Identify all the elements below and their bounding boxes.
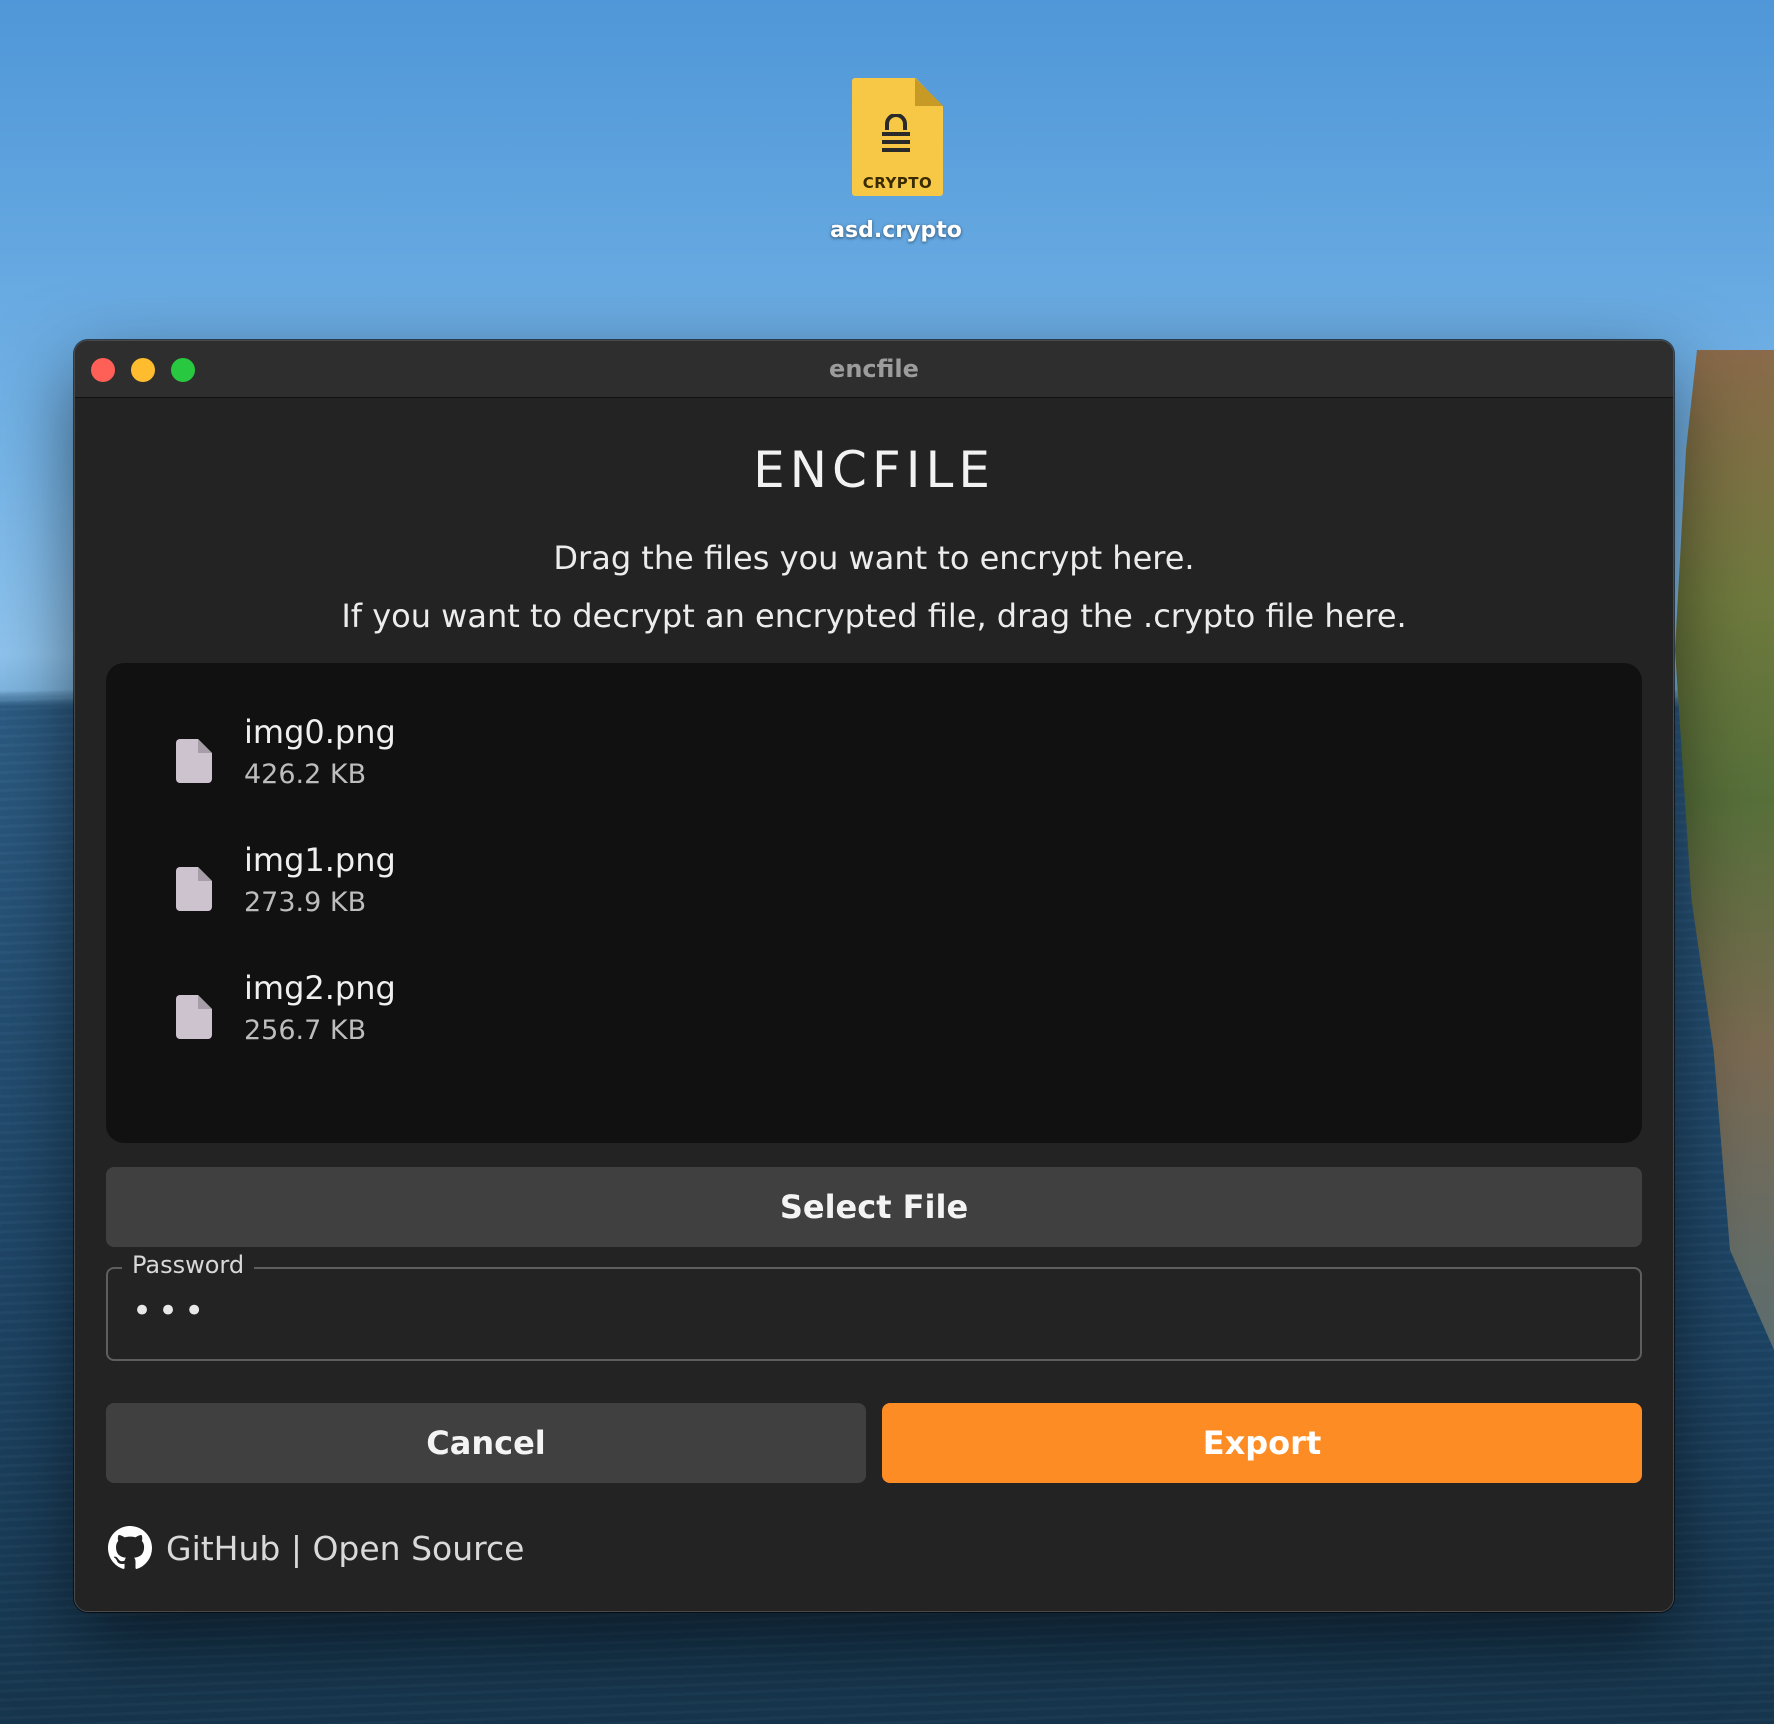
encrypt-instruction: Drag the files you want to encrypt here. — [553, 539, 1195, 577]
file-icon — [176, 995, 212, 1039]
app-heading: ENCFILE — [753, 441, 995, 499]
document-fold — [915, 78, 943, 106]
title-bar[interactable]: encfile — [75, 341, 1673, 398]
app-window: encfile ENCFILE Drag the files you want … — [74, 340, 1674, 1612]
file-list-item[interactable]: img1.png 273.9 KB — [176, 841, 776, 941]
file-list-item[interactable]: img0.png 426.2 KB — [176, 713, 776, 813]
file-list-item[interactable]: img2.png 256.7 KB — [176, 969, 776, 1069]
password-field[interactable]: Password ••• — [106, 1251, 1642, 1361]
github-icon — [108, 1526, 152, 1569]
file-size: 426.2 KB — [244, 759, 367, 790]
github-link[interactable]: GitHub | Open Source — [108, 1523, 524, 1573]
file-name: img1.png — [244, 841, 396, 879]
export-button[interactable]: Export — [882, 1403, 1642, 1483]
select-file-button[interactable]: Select File — [106, 1167, 1642, 1247]
password-value: ••• — [132, 1291, 211, 1331]
file-size: 273.9 KB — [244, 887, 367, 918]
decrypt-instruction: If you want to decrypt an encrypted file… — [341, 597, 1407, 635]
file-name: img0.png — [244, 713, 396, 751]
password-label: Password — [122, 1251, 255, 1279]
file-icon — [176, 739, 212, 783]
file-size: 256.7 KB — [244, 1015, 367, 1046]
file-type-badge: CRYPTO — [862, 174, 933, 192]
file-name: img2.png — [244, 969, 396, 1007]
desktop-file-name: asd.crypto — [830, 218, 962, 243]
file-drop-zone[interactable]: img0.png 426.2 KB img1.png 273.9 KB img2… — [106, 663, 1642, 1143]
cancel-button[interactable]: Cancel — [106, 1403, 866, 1483]
window-title: encfile — [829, 355, 919, 383]
lock-icon — [882, 114, 910, 152]
file-icon — [176, 867, 212, 911]
github-link-label: GitHub | Open Source — [166, 1528, 525, 1568]
